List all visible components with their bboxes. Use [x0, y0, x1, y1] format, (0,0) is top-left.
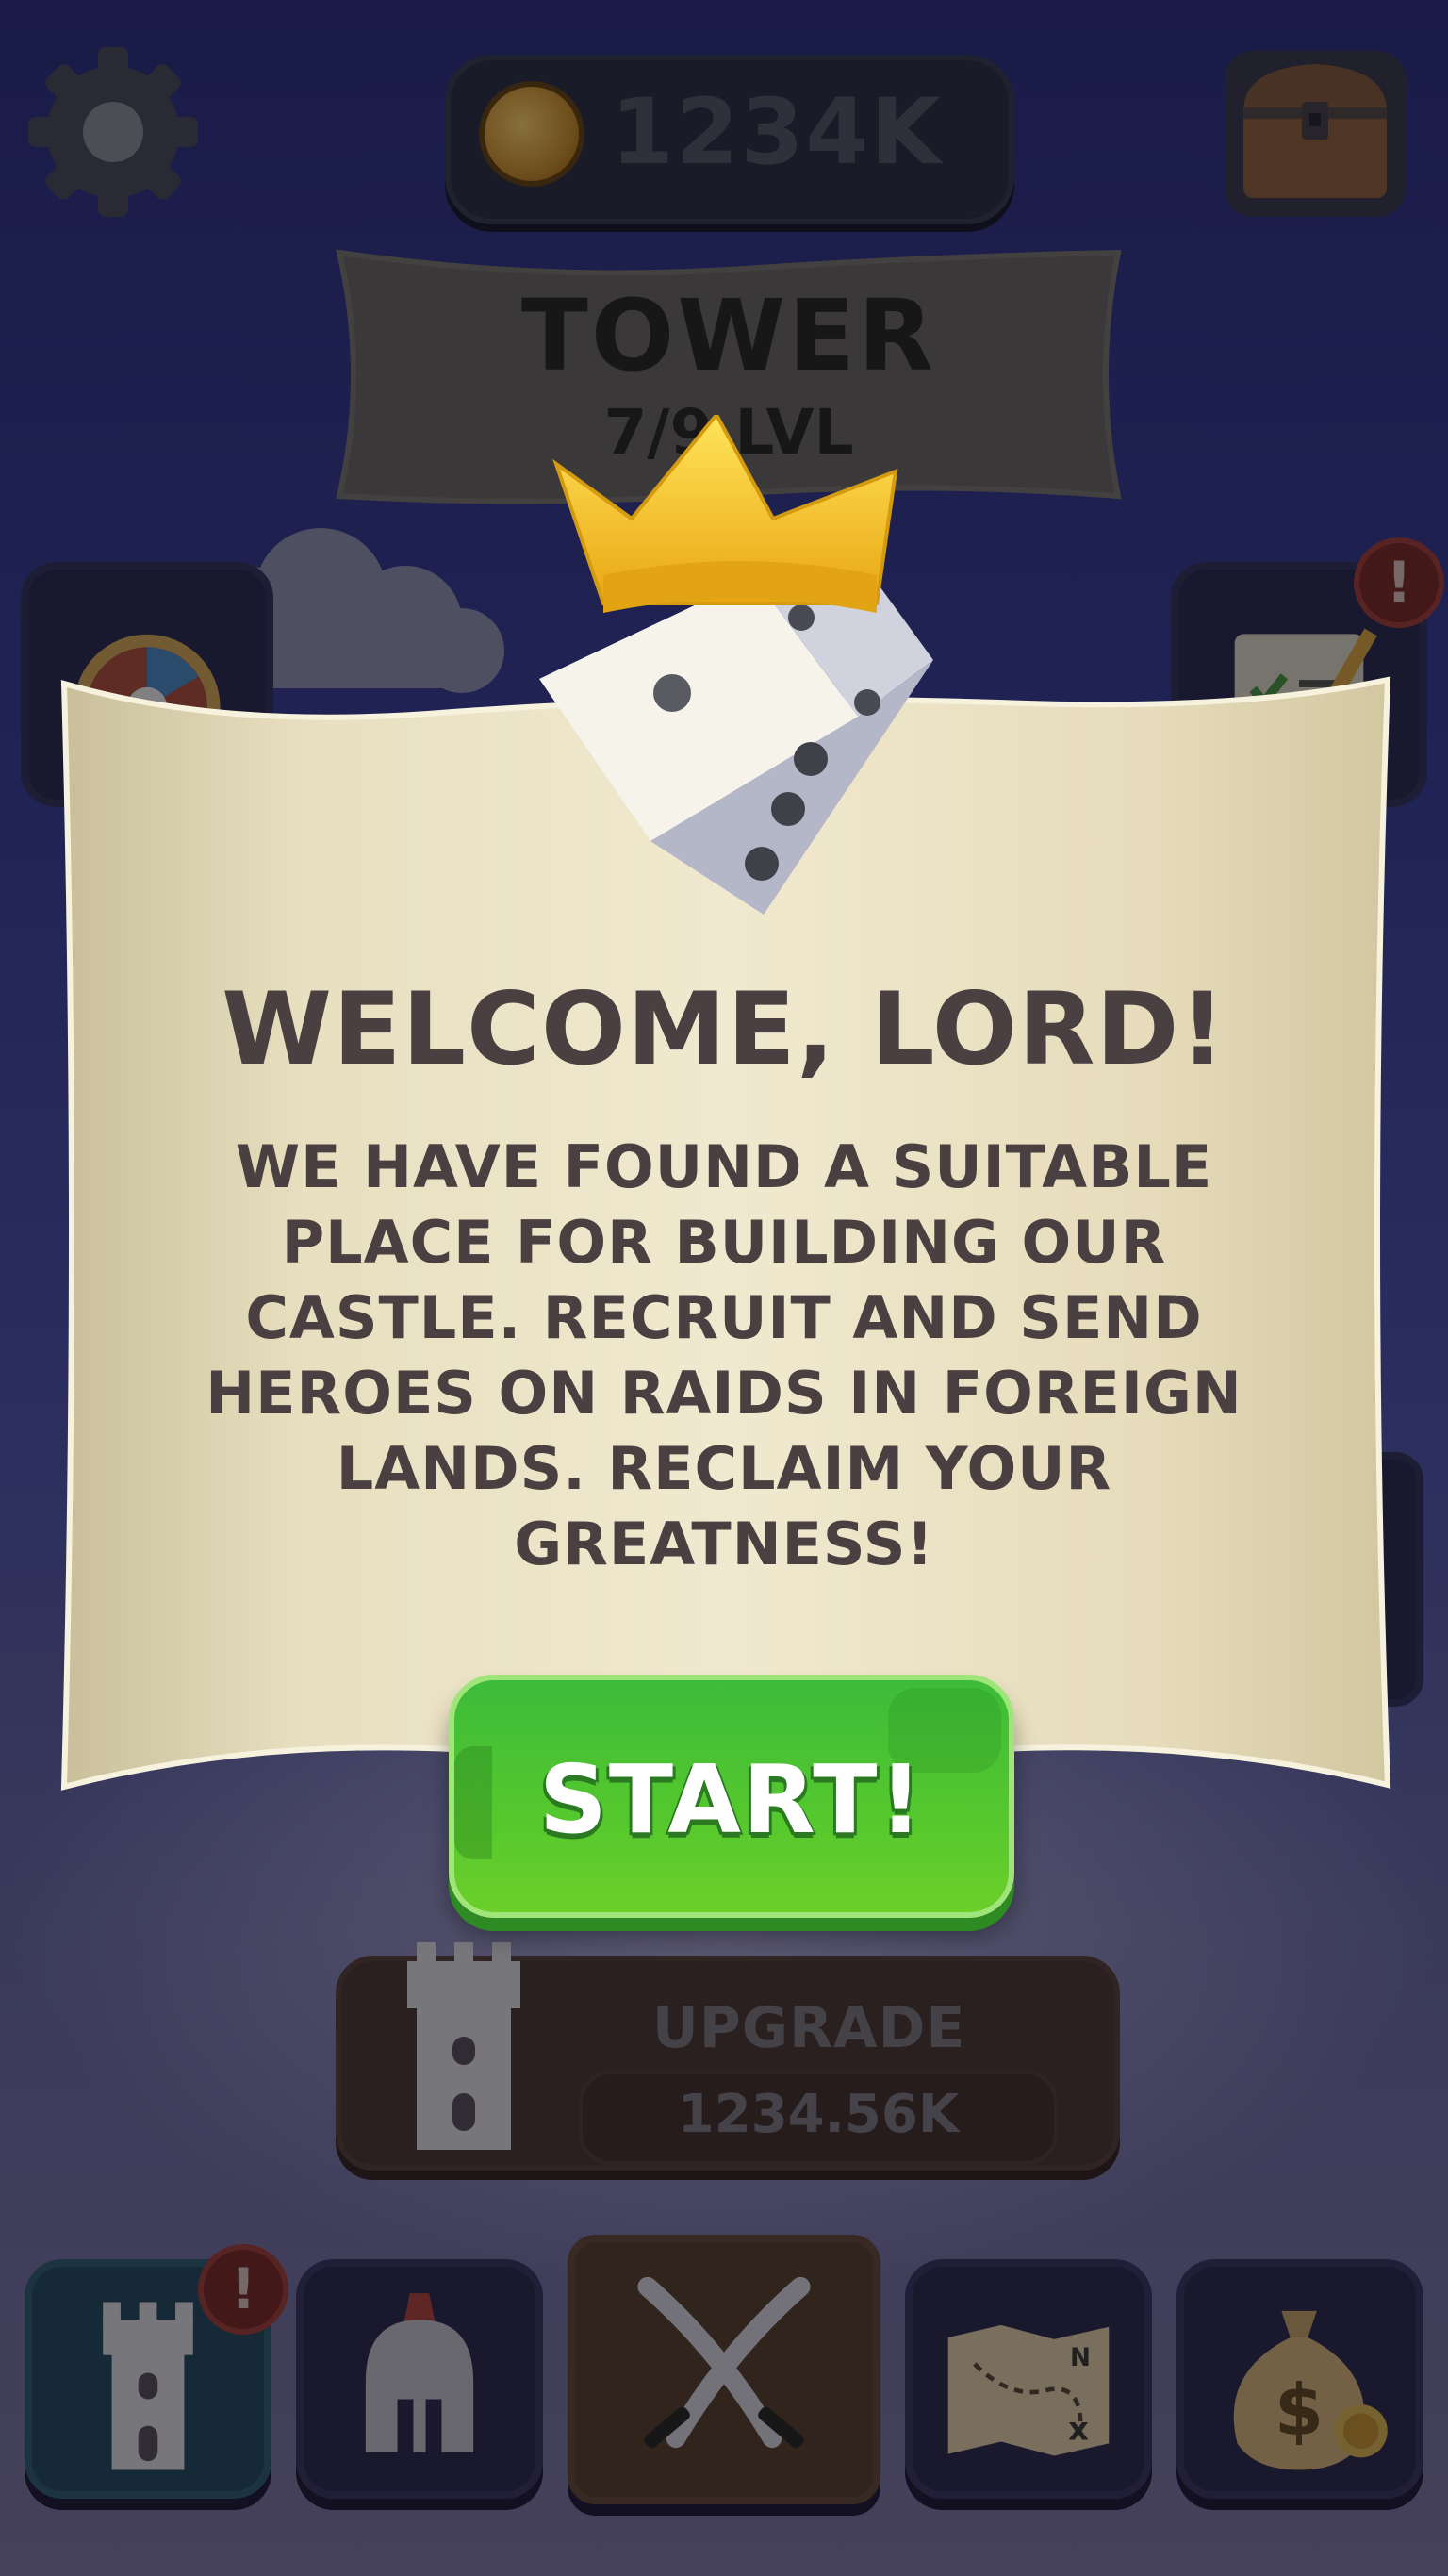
svg-text:$: $ [1275, 2369, 1324, 2452]
settings-button[interactable] [19, 38, 207, 226]
crowned-dice-icon [539, 415, 933, 915]
quest-alert-badge: ! [1354, 537, 1444, 628]
dialog-title: WELCOME, LORD! [222, 971, 1226, 1087]
svg-text:N: N [1070, 2344, 1091, 2372]
upgrade-price-box: 1234.56K [579, 2071, 1058, 2165]
upgrade-label: UPGRADE [652, 1995, 966, 2061]
start-button[interactable]: START! [449, 1675, 1014, 1918]
tower-icon [407, 1942, 520, 2150]
coin-amount: 1234K [611, 79, 943, 185]
tab-heroes[interactable] [296, 2259, 543, 2499]
money-bag-icon: $ [1233, 2310, 1388, 2470]
dialog-message: WE HAVE FOUND A SUITABLE PLACE FOR BUILD… [206, 1132, 1242, 1578]
tab-shop[interactable]: $ [1176, 2259, 1423, 2499]
gear-icon [28, 47, 198, 217]
treasure-map-icon: N x [947, 2324, 1110, 2456]
spartan-helmet-icon [365, 2293, 474, 2452]
building-title: TOWER [520, 278, 937, 393]
treasure-chest-button[interactable] [1211, 36, 1419, 224]
svg-text:x: x [1068, 2411, 1089, 2448]
treasure-chest-icon [1225, 51, 1406, 217]
start-button-label: START! [538, 1744, 925, 1855]
coin-counter[interactable]: 1234K [445, 55, 1014, 224]
upgrade-panel[interactable]: UPGRADE 1234.56K [336, 1942, 1120, 2171]
tab-map[interactable]: N x [905, 2259, 1152, 2499]
upgrade-price: 1234.56K [677, 2084, 960, 2145]
tab-battle[interactable] [568, 2235, 880, 2504]
clover-coin-icon [479, 81, 584, 187]
castle-alert-badge: ! [198, 2244, 288, 2335]
crossed-swords-icon [637, 2276, 811, 2449]
